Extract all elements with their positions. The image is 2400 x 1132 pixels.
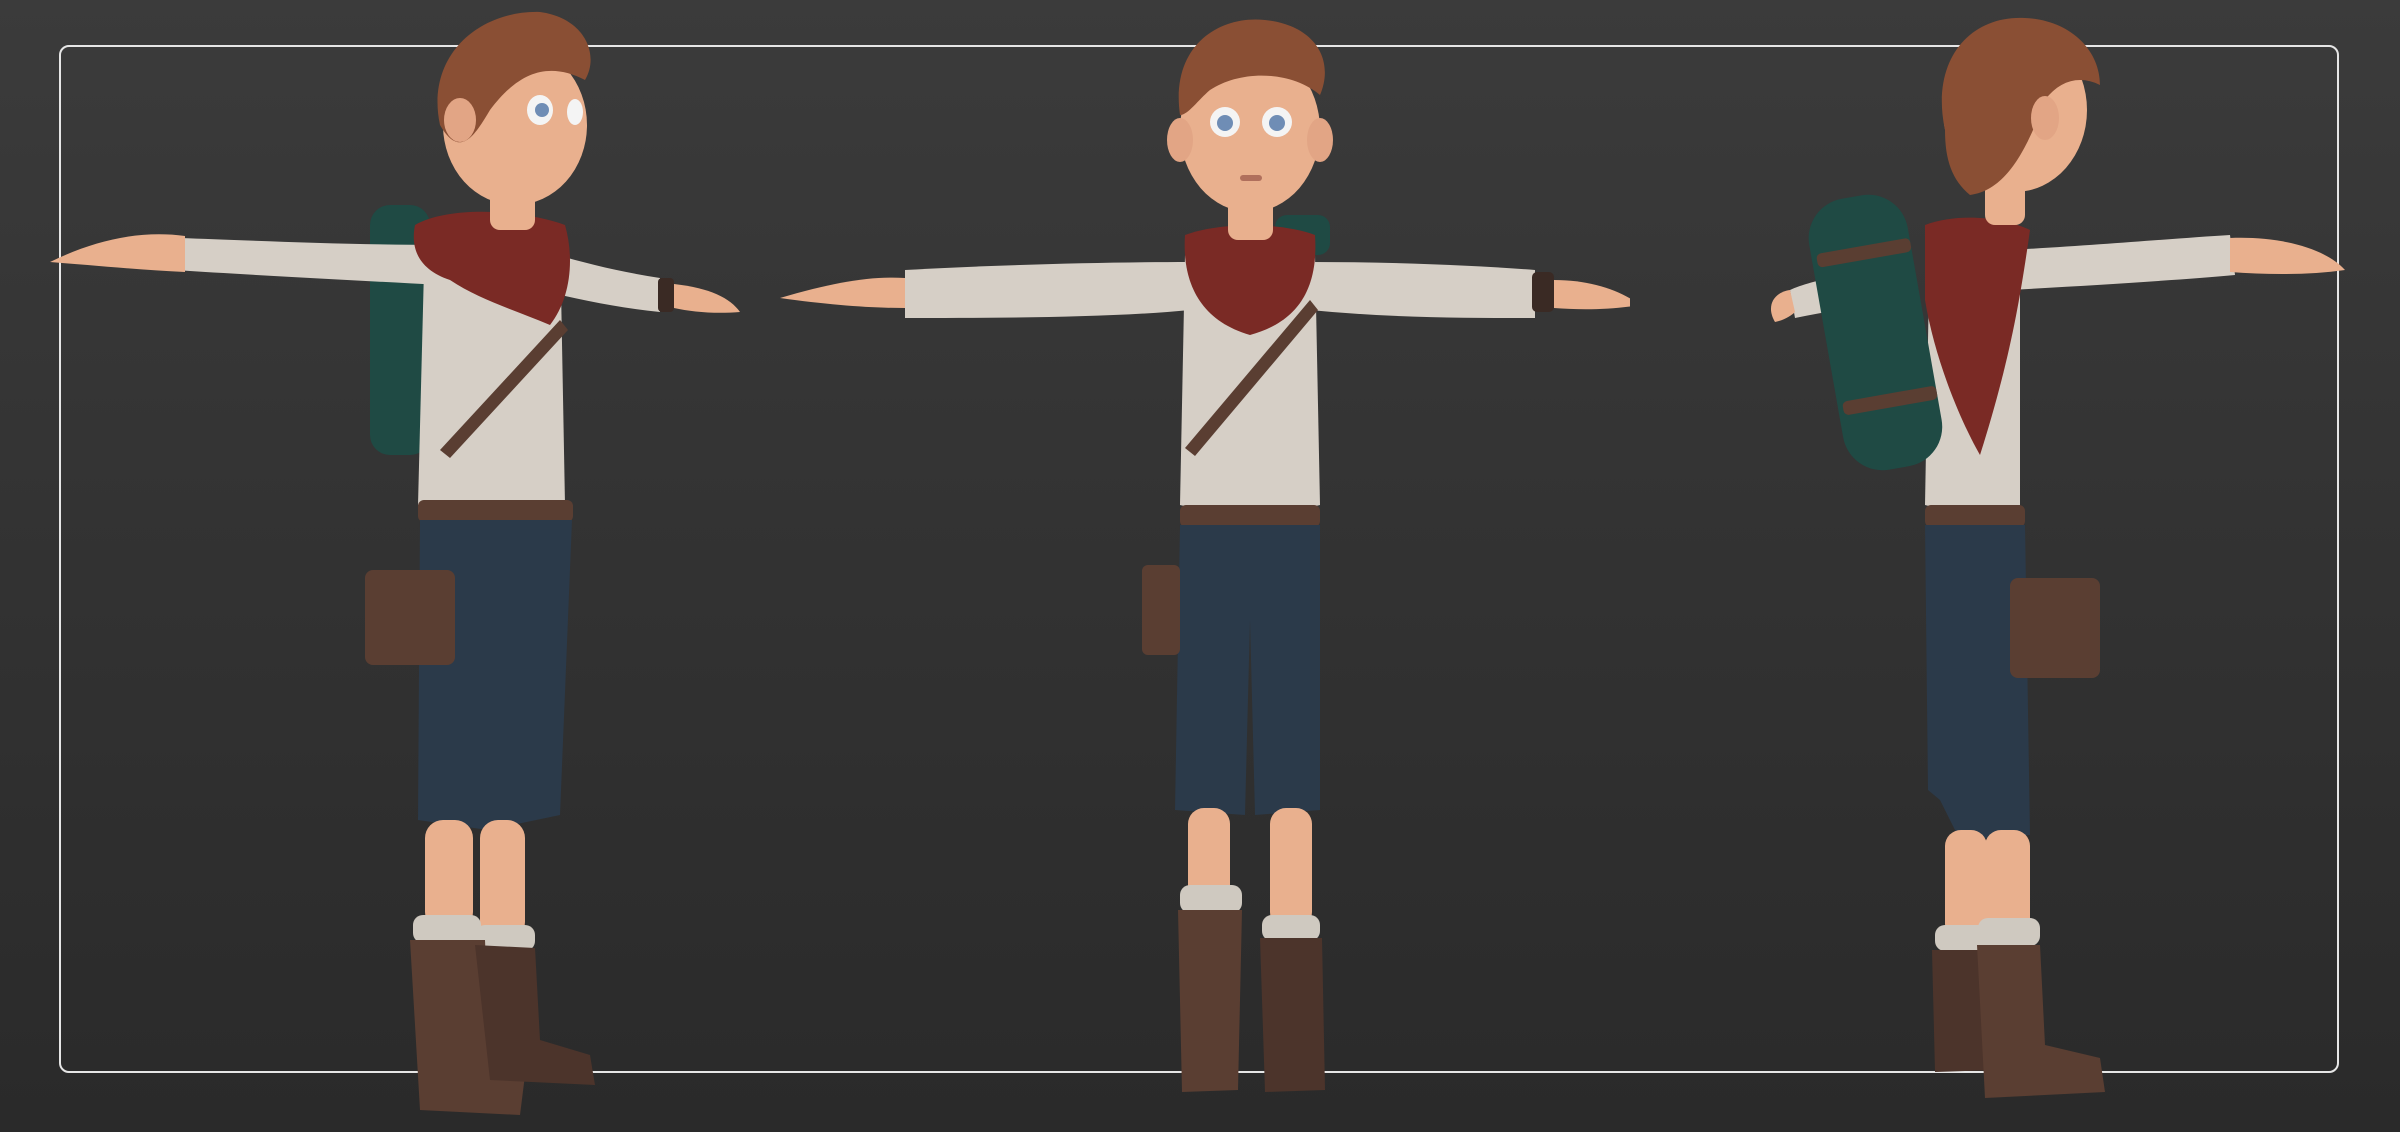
right-arm: [2010, 235, 2235, 290]
right-hand: [674, 284, 740, 313]
belt-pouch: [1142, 565, 1180, 655]
character-three-quarter-back-drawing: [1770, 17, 2345, 1098]
right-boot: [1260, 938, 1325, 1092]
right-leg: [1270, 808, 1312, 928]
left-hand: [50, 234, 185, 272]
character-view-three-quarter-back: [1540, 0, 2400, 1132]
ear: [444, 98, 476, 142]
shorts: [1175, 525, 1320, 815]
shorts: [418, 520, 572, 830]
ear: [2031, 96, 2059, 140]
right-hand: [2230, 237, 2345, 275]
left-arm: [175, 238, 440, 285]
left-sock: [413, 915, 481, 943]
ear-right: [1307, 118, 1333, 162]
eye-far: [567, 99, 583, 125]
right-arm: [1310, 262, 1535, 318]
left-leg: [425, 820, 473, 930]
belt: [1180, 505, 1320, 527]
belt-pouch: [365, 570, 455, 665]
right-leg: [480, 820, 525, 940]
left-sock: [1180, 885, 1242, 913]
right-sock: [1978, 918, 2040, 946]
belt: [1925, 505, 2025, 527]
character-view-front: [770, 0, 1630, 1132]
right-boot: [475, 945, 595, 1085]
left-boot: [1178, 910, 1242, 1092]
character-three-quarter-left-drawing: [50, 11, 740, 1115]
iris-left: [1217, 115, 1233, 131]
character-view-three-quarter-left: [20, 0, 880, 1132]
mouth: [1240, 175, 1262, 181]
iris: [535, 103, 549, 117]
shorts: [1925, 525, 2030, 840]
iris-right: [1269, 115, 1285, 131]
left-arm: [905, 262, 1190, 318]
turnaround-stage: [0, 0, 2400, 1132]
character-front-drawing: [780, 19, 1630, 1092]
right-boot: [1977, 945, 2105, 1098]
right-sock: [1262, 915, 1320, 941]
belt-pouch: [2010, 578, 2100, 678]
wrist-band: [658, 278, 674, 312]
belt: [418, 500, 573, 522]
ear-left: [1167, 118, 1193, 162]
left-hand: [780, 277, 905, 308]
